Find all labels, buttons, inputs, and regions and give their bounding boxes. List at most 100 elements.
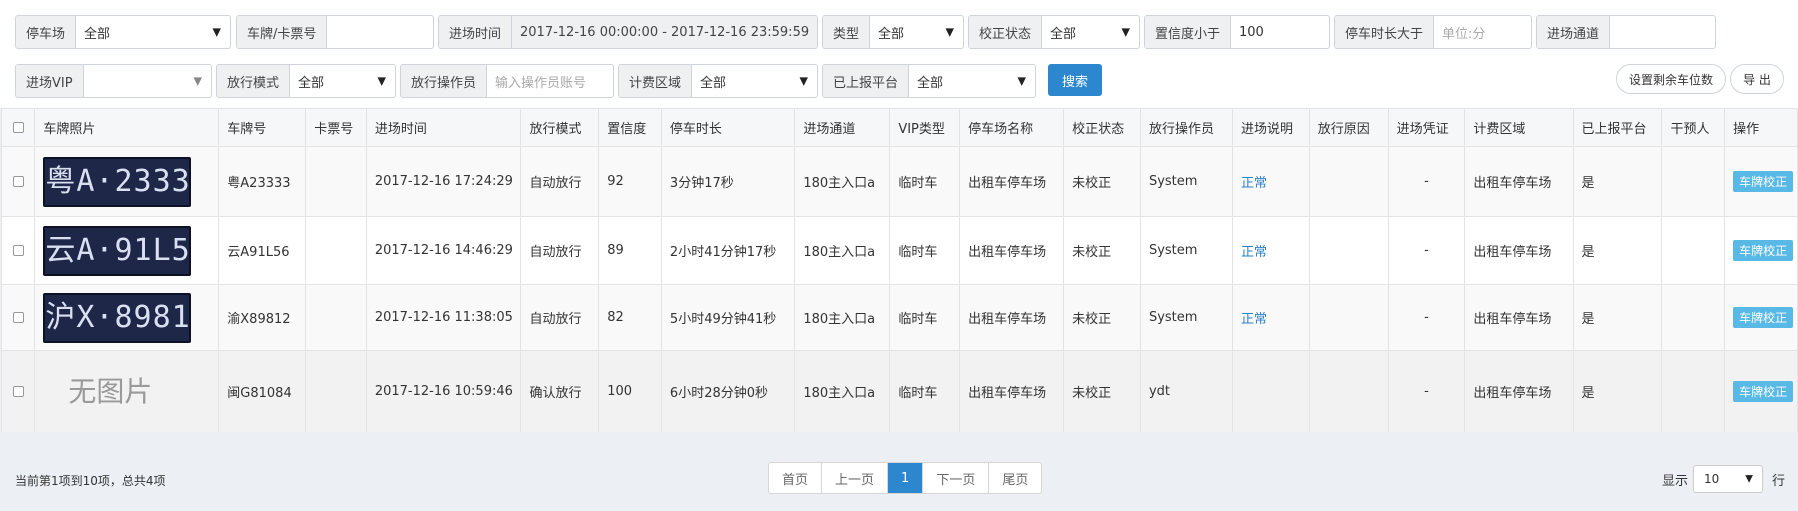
release-mode-filter[interactable]: 放行模式 全部 ▼ <box>216 64 396 98</box>
parking-lot-select[interactable]: 全部 ▼ <box>76 16 230 48</box>
release-mode-select[interactable]: 全部 ▼ <box>290 65 395 97</box>
parking-lot-value: 全部 <box>84 26 111 42</box>
header-entry-note[interactable]: 进场说明 <box>1231 108 1310 147</box>
plate-photo[interactable]: 粤A·23333 <box>43 156 192 207</box>
lot-name-cell: 出租车停车场 <box>959 216 1065 285</box>
type-select[interactable]: 全部 ▼ <box>870 16 963 48</box>
action-cell: 车牌校正 <box>1724 216 1798 285</box>
header-voucher[interactable]: 进场凭证 <box>1387 108 1466 147</box>
entry-note-link[interactable]: 正常 <box>1241 176 1267 191</box>
confidence-filter[interactable]: 置信度小于 100 <box>1144 15 1330 49</box>
entry-note-cell <box>1231 350 1310 433</box>
row-checkbox[interactable] <box>12 245 24 256</box>
release-operator-filter[interactable]: 放行操作员 输入操作员账号 <box>400 64 614 98</box>
header-status[interactable]: 校正状态 <box>1063 108 1141 147</box>
entry-channel-filter[interactable]: 进场通道 <box>1536 15 1716 49</box>
caret-down-icon: ▼ <box>212 25 221 39</box>
entry-channel-input[interactable] <box>1610 16 1715 48</box>
header-entry-time[interactable]: 进场时间 <box>365 108 522 147</box>
plate-photo-cell: 云A·91L56 <box>34 216 220 285</box>
correction-status-filter[interactable]: 校正状态 全部 ▼ <box>968 15 1140 49</box>
intervener-cell <box>1661 146 1726 217</box>
header-release-mode[interactable]: 放行模式 <box>520 108 600 147</box>
entry-note-cell: 正常 <box>1231 216 1310 285</box>
plate-correct-button[interactable]: 车牌校正 <box>1733 381 1794 402</box>
ticket-cell <box>305 146 367 217</box>
header-vip-type[interactable]: VIP类型 <box>889 108 961 147</box>
row-checkbox[interactable] <box>12 386 24 397</box>
correction-status-select[interactable]: 全部 ▼ <box>1042 16 1139 48</box>
confidence-input[interactable]: 100 <box>1231 16 1329 48</box>
release-operator-input[interactable]: 输入操作员账号 <box>487 65 613 97</box>
release-mode-cell: 自动放行 <box>520 284 600 351</box>
entry-vip-select[interactable]: ▼ <box>84 65 211 97</box>
reported-platform-value: 全部 <box>917 75 944 91</box>
entry-time-filter[interactable]: 进场时间 2017-12-16 00:00:00 - 2017-12-16 23… <box>438 15 818 49</box>
set-remaining-spaces-button[interactable]: 设置剩余车位数 <box>1616 64 1726 94</box>
page-size-select[interactable]: 10 ▼ <box>1693 465 1763 493</box>
header-intervener[interactable]: 干预人 <box>1661 108 1726 147</box>
header-reported[interactable]: 已上报平台 <box>1572 108 1663 147</box>
caret-down-icon: ▼ <box>945 25 954 39</box>
plate-correct-button[interactable]: 车牌校正 <box>1733 240 1794 261</box>
plate-photo[interactable]: 云A·91L56 <box>43 225 192 276</box>
header-confidence[interactable]: 置信度 <box>598 108 662 147</box>
caret-down-icon: ▼ <box>377 74 386 88</box>
reported-cell: 是 <box>1572 284 1663 351</box>
entry-time-range-input[interactable]: 2017-12-16 00:00:00 - 2017-12-16 23:59:5… <box>512 16 817 48</box>
plate-ticket-label: 车牌/卡票号 <box>237 16 328 48</box>
plate-correct-button[interactable]: 车牌校正 <box>1733 307 1794 328</box>
pagination: 首页 上一页 1 下一页 尾页 <box>768 462 1043 494</box>
parking-lot-filter[interactable]: 停车场 全部 ▼ <box>15 15 231 49</box>
header-photo[interactable]: 车牌照片 <box>34 108 220 147</box>
action-cell: 车牌校正 <box>1724 284 1798 351</box>
confidence-cell: 92 <box>598 146 662 217</box>
plate-correct-button[interactable]: 车牌校正 <box>1733 171 1794 192</box>
page-size-value: 10 <box>1704 472 1720 486</box>
entry-note-link[interactable]: 正常 <box>1241 312 1267 327</box>
prev-page-button[interactable]: 上一页 <box>822 463 889 493</box>
plate-ticket-input[interactable] <box>327 16 433 48</box>
row-select-cell <box>0 146 36 217</box>
header-billing-area[interactable]: 计费区域 <box>1464 108 1574 147</box>
duration-label: 停车时长大于 <box>1335 16 1435 48</box>
current-page-button[interactable]: 1 <box>888 463 924 493</box>
billing-area-select[interactable]: 全部 ▼ <box>692 65 817 97</box>
search-button[interactable]: 搜索 <box>1048 64 1102 96</box>
next-page-button[interactable]: 下一页 <box>923 463 990 493</box>
export-button[interactable]: 导 出 <box>1730 64 1784 94</box>
channel-cell: 180主入口a <box>794 216 891 285</box>
type-filter[interactable]: 类型 全部 ▼ <box>822 15 964 49</box>
channel-cell: 180主入口a <box>794 146 891 217</box>
first-page-button[interactable]: 首页 <box>769 463 823 493</box>
header-duration[interactable]: 停车时长 <box>660 108 796 147</box>
plate-ticket-filter[interactable]: 车牌/卡票号 <box>236 15 434 49</box>
row-select-cell <box>0 350 36 433</box>
ticket-cell <box>305 216 367 285</box>
release-operator-label: 放行操作员 <box>401 65 488 97</box>
row-checkbox[interactable] <box>12 312 24 323</box>
last-page-button[interactable]: 尾页 <box>989 463 1041 493</box>
entry-vip-filter[interactable]: 进场VIP ▼ <box>15 64 212 98</box>
header-release-reason[interactable]: 放行原因 <box>1308 108 1389 147</box>
duration-filter[interactable]: 停车时长大于 单位:分 <box>1334 15 1532 49</box>
reported-platform-select[interactable]: 全部 ▼ <box>909 65 1035 97</box>
duration-input[interactable]: 单位:分 <box>1434 16 1531 48</box>
row-checkbox[interactable] <box>12 176 24 187</box>
entry-note-link[interactable]: 正常 <box>1241 245 1267 260</box>
header-ticket[interactable]: 卡票号 <box>305 108 367 147</box>
caret-down-icon: ▼ <box>799 74 808 88</box>
confidence-cell: 100 <box>598 350 662 433</box>
header-operator[interactable]: 放行操作员 <box>1139 108 1233 147</box>
type-value: 全部 <box>878 26 905 42</box>
header-lot-name[interactable]: 停车场名称 <box>959 108 1065 147</box>
header-plate[interactable]: 车牌号 <box>218 108 307 147</box>
billing-area-filter[interactable]: 计费区域 全部 ▼ <box>618 64 818 98</box>
reported-platform-filter[interactable]: 已上报平台 全部 ▼ <box>822 64 1036 98</box>
ticket-cell <box>305 284 367 351</box>
select-all-checkbox[interactable] <box>12 122 24 133</box>
intervener-cell <box>1661 284 1726 351</box>
header-channel[interactable]: 进场通道 <box>794 108 891 147</box>
channel-cell: 180主入口a <box>794 284 891 351</box>
plate-photo[interactable]: 沪X·89812 <box>43 292 192 343</box>
